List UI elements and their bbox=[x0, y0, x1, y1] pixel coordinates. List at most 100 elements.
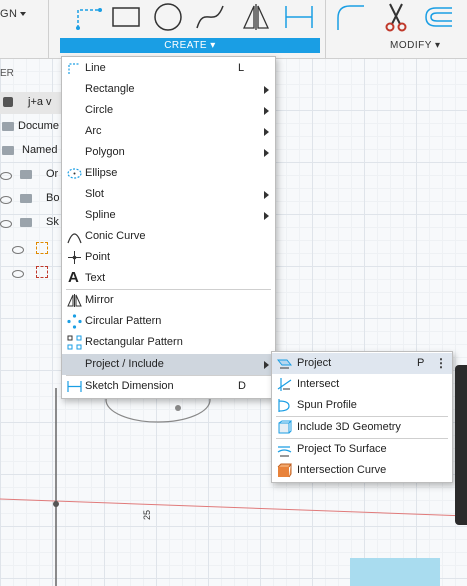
shortcut-label: D bbox=[238, 380, 246, 392]
browser-row-label: Docume bbox=[18, 120, 59, 132]
submenu-item-label: Intersect bbox=[297, 378, 340, 390]
browser-row-label: j+a v bbox=[28, 96, 52, 108]
browser-row-label: Bo bbox=[46, 192, 60, 204]
modify-menu-button[interactable]: MODIFY ▾ bbox=[390, 40, 441, 51]
trim-tool-icon[interactable] bbox=[380, 2, 412, 32]
menu-item-slot[interactable]: Slot bbox=[62, 184, 275, 205]
submenu-item-project-to-surface[interactable]: Project To Surface bbox=[272, 439, 452, 460]
dimension-label[interactable]: 25 bbox=[142, 510, 152, 520]
menu-item-circle[interactable]: Circle bbox=[62, 100, 275, 121]
submenu-arrow-icon bbox=[264, 86, 269, 94]
submenu-item-project[interactable]: Project P ⋮ bbox=[272, 353, 452, 374]
submenu-item-include-3d-geometry[interactable]: Include 3D Geometry bbox=[272, 417, 452, 438]
browser-row-label: Named bbox=[22, 144, 58, 156]
dimension-tool-icon[interactable] bbox=[283, 2, 315, 32]
intersect-icon bbox=[277, 378, 292, 391]
circular-pattern-icon bbox=[67, 314, 82, 329]
browser-panel: ER j+a v Docume Named Or Bo Sk bbox=[0, 58, 62, 298]
workspace-label[interactable]: GN bbox=[0, 8, 18, 20]
menu-item-point[interactable]: Point bbox=[62, 247, 275, 268]
menu-item-label: Spline bbox=[85, 209, 116, 221]
menu-item-line[interactable]: Line L bbox=[62, 58, 275, 79]
visibility-eye-icon[interactable] bbox=[12, 246, 24, 254]
menu-item-label: Circle bbox=[85, 104, 114, 116]
menu-item-label: Arc bbox=[85, 125, 102, 137]
browser-row-label: Or bbox=[46, 168, 59, 180]
menu-item-arc[interactable]: Arc bbox=[62, 121, 275, 142]
visibility-eye-icon[interactable] bbox=[0, 172, 12, 180]
submenu-item-intersection-curve[interactable]: Intersection Curve bbox=[272, 460, 452, 481]
toolbar-divider bbox=[325, 0, 326, 58]
browser-row-sketch-2[interactable] bbox=[0, 262, 62, 284]
sketch-locked-icon bbox=[36, 266, 48, 278]
menu-item-label: Circular Pattern bbox=[85, 315, 162, 327]
submenu-arrow-icon bbox=[264, 361, 269, 369]
browser-header: ER bbox=[0, 68, 14, 79]
submenu-arrow-icon bbox=[264, 128, 269, 136]
conic-curve-icon bbox=[67, 233, 82, 244]
side-panel bbox=[455, 365, 467, 525]
mirror-tool-icon[interactable] bbox=[240, 2, 272, 32]
menu-item-rectangular-pattern[interactable]: Rectangular Pattern bbox=[62, 332, 275, 353]
spline-tool-icon[interactable] bbox=[194, 2, 226, 32]
visibility-eye-icon[interactable] bbox=[0, 220, 12, 228]
collapse-icon[interactable] bbox=[3, 97, 13, 107]
text-icon: A bbox=[68, 269, 79, 286]
menu-item-conic-curve[interactable]: Conic Curve bbox=[62, 226, 275, 247]
browser-row-named-views[interactable]: Named bbox=[0, 140, 62, 162]
workspace-chevron-icon[interactable] bbox=[20, 12, 26, 16]
rectangular-pattern-icon bbox=[67, 335, 82, 350]
submenu-item-spun-profile[interactable]: Spun Profile bbox=[272, 395, 452, 416]
browser-row-sketches[interactable]: Sk bbox=[0, 212, 62, 234]
menu-item-label: Mirror bbox=[85, 294, 114, 306]
ellipse-icon bbox=[67, 168, 82, 179]
line-tool-icon[interactable] bbox=[74, 2, 106, 32]
menu-item-mirror[interactable]: Mirror bbox=[62, 290, 275, 311]
include-3d-geometry-icon bbox=[278, 420, 292, 434]
browser-row-document-settings[interactable]: Docume bbox=[0, 116, 62, 138]
menu-item-label: Sketch Dimension bbox=[85, 380, 174, 392]
shortcut-label: L bbox=[238, 62, 245, 74]
submenu-item-label: Intersection Curve bbox=[297, 464, 387, 476]
menu-item-circular-pattern[interactable]: Circular Pattern bbox=[62, 311, 275, 332]
menu-item-project-include[interactable]: Project / Include bbox=[62, 354, 275, 375]
menu-item-label: Conic Curve bbox=[85, 230, 146, 242]
project-to-surface-icon bbox=[277, 446, 292, 457]
browser-row-origin[interactable]: Or bbox=[0, 164, 62, 186]
menu-item-label: Rectangle bbox=[85, 83, 135, 95]
menu-item-rectangle[interactable]: Rectangle bbox=[62, 79, 275, 100]
menu-item-label: Slot bbox=[85, 188, 104, 200]
menu-item-text[interactable]: A Text bbox=[62, 268, 275, 289]
offset-tool-icon[interactable] bbox=[422, 2, 454, 32]
sketch-dimension-icon bbox=[67, 381, 82, 392]
submenu-arrow-icon bbox=[264, 107, 269, 115]
menu-item-sketch-dimension[interactable]: Sketch Dimension D bbox=[62, 376, 275, 397]
more-options-icon[interactable]: ⋮ bbox=[435, 356, 447, 370]
browser-row-sketch-1[interactable] bbox=[0, 238, 62, 260]
menu-item-label: Polygon bbox=[85, 146, 125, 158]
point-icon bbox=[68, 251, 81, 264]
rectangle-tool-icon[interactable] bbox=[110, 2, 142, 32]
submenu-item-label: Include 3D Geometry bbox=[297, 421, 401, 433]
menu-item-polygon[interactable]: Polygon bbox=[62, 142, 275, 163]
menu-item-label: Point bbox=[85, 251, 111, 263]
submenu-arrow-icon bbox=[264, 212, 269, 220]
folder-icon bbox=[20, 170, 32, 179]
browser-row-document[interactable]: j+a v bbox=[0, 92, 62, 114]
fillet-tool-icon[interactable] bbox=[335, 2, 367, 32]
folder-icon bbox=[2, 146, 14, 155]
menu-item-ellipse[interactable]: Ellipse bbox=[62, 163, 275, 184]
circle-tool-icon[interactable] bbox=[152, 2, 184, 32]
menu-item-label: Ellipse bbox=[85, 167, 118, 179]
menu-item-label: Rectangular Pattern bbox=[85, 336, 183, 348]
menu-item-spline[interactable]: Spline bbox=[62, 205, 275, 226]
submenu-item-label: Project bbox=[297, 357, 332, 369]
toolbar: GN CREATE ▾ MODIFY ▾ bbox=[0, 0, 467, 59]
visibility-eye-icon[interactable] bbox=[0, 196, 12, 204]
visibility-eye-icon[interactable] bbox=[12, 270, 24, 278]
submenu-arrow-icon bbox=[264, 149, 269, 157]
submenu-item-intersect[interactable]: Intersect bbox=[272, 374, 452, 395]
browser-row-bodies[interactable]: Bo bbox=[0, 188, 62, 210]
spun-profile-icon bbox=[278, 399, 290, 412]
create-menu-button[interactable]: CREATE ▾ bbox=[60, 38, 320, 53]
